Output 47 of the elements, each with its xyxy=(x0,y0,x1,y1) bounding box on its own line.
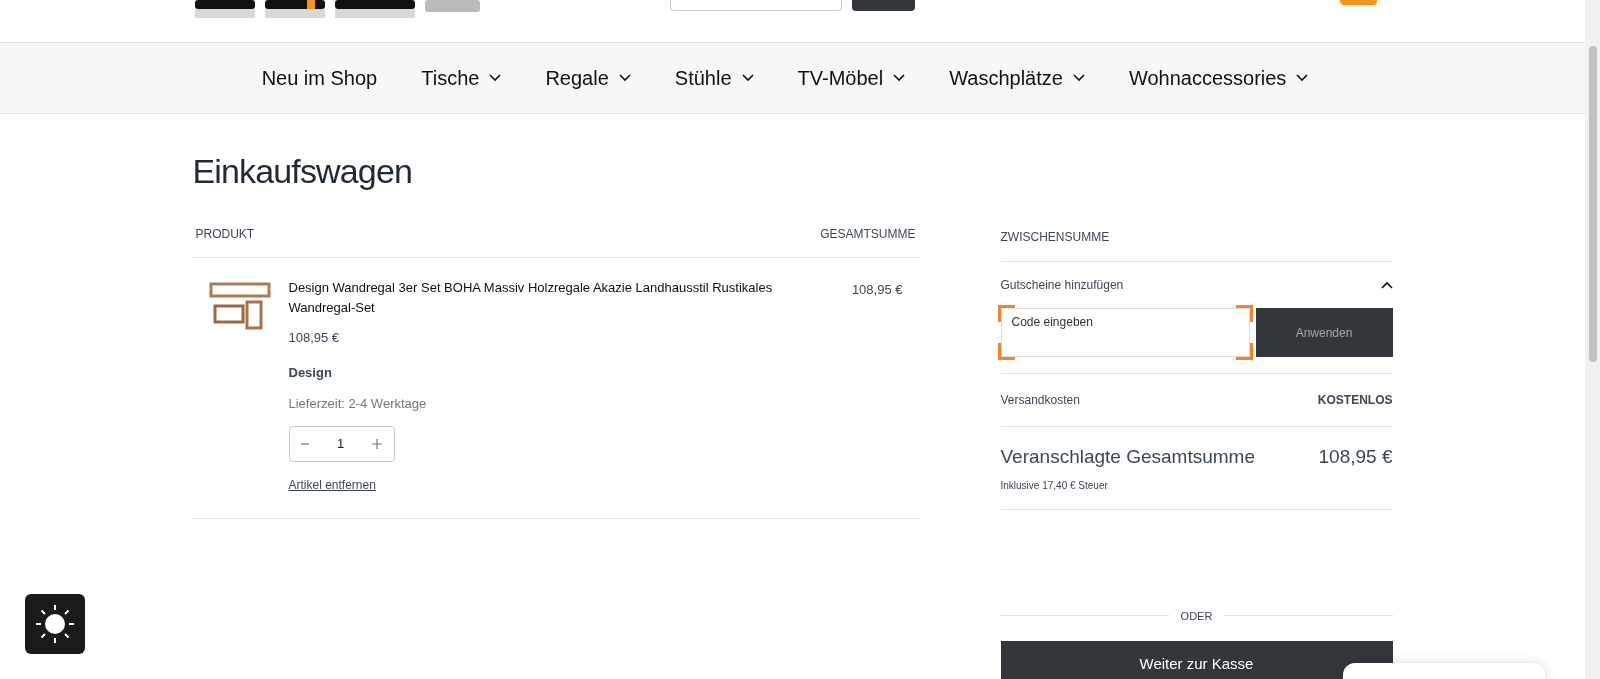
summary-heading: ZWISCHENSUMME xyxy=(1000,230,1110,244)
column-header: PRODUKT xyxy=(195,226,255,243)
product-thumbnail xyxy=(208,282,273,332)
apply-coupon-button[interactable]: Anwenden xyxy=(1255,308,1393,357)
chevron-down-icon xyxy=(741,74,754,82)
product-name[interactable]: Design Wandregal 3er Set BOHA Massiv Holzregale Akazie Landhausstil Rustikales Wandregal-Set xyxy=(288,278,789,318)
column-header: GESAMTSUMME xyxy=(820,226,916,243)
nav-link[interactable]: Tische xyxy=(421,63,502,93)
search-field[interactable] xyxy=(670,0,842,11)
nav-link[interactable]: Neu im Shop xyxy=(261,63,378,93)
sun-icon xyxy=(35,604,75,644)
coupon-code-field[interactable]: Code eingeben xyxy=(1000,308,1250,357)
chevron-down-icon xyxy=(1296,74,1309,82)
remove-item-link[interactable]: Artikel entfernen xyxy=(288,475,376,494)
checkout-button[interactable]: Weiter zur Kasse xyxy=(1000,641,1393,679)
chevron-down-icon xyxy=(893,74,906,82)
search-button[interactable] xyxy=(852,0,915,11)
item-total: 108,95 € xyxy=(851,281,904,299)
tax-note: Inklusive 17,40 € Steuer xyxy=(1000,478,1109,493)
product-price: 108,95 € xyxy=(288,329,340,347)
focus-corner xyxy=(997,343,1015,360)
cart-button[interactable] xyxy=(1340,0,1377,5)
chevron-down-icon xyxy=(618,74,631,82)
theme-toggle-button[interactable] xyxy=(25,594,85,654)
chevron-down-icon xyxy=(489,74,502,82)
plus-icon[interactable] xyxy=(371,437,384,450)
shipping-label: Versandkosten xyxy=(1000,392,1080,409)
divider-label: ODER xyxy=(1180,608,1213,624)
focus-corner xyxy=(1235,343,1253,360)
scrollbar[interactable] xyxy=(1585,0,1600,679)
shipping-value: KOSTENLOS xyxy=(1317,392,1393,409)
nav-link[interactable]: TV-Möbel xyxy=(797,63,906,93)
product-variant: Design xyxy=(288,363,332,382)
chevron-down-icon xyxy=(1072,74,1085,82)
focus-corner xyxy=(1235,305,1253,322)
delivery-time: Lieferzeit: 2-4 Werktage xyxy=(288,395,427,413)
quantity-stepper[interactable]: 1 xyxy=(288,425,395,462)
total-label: Veranschlagte Gesamtsumme xyxy=(1000,445,1255,469)
nav-link[interactable]: Stühle xyxy=(674,63,754,93)
nav-link[interactable]: Wohnaccessories xyxy=(1128,63,1309,93)
page-title: Einkaufswagen xyxy=(192,151,414,192)
chevron-up-icon xyxy=(1380,281,1393,289)
quantity-value[interactable]: 1 xyxy=(336,433,345,454)
coupon-toggle[interactable]: Gutscheine hinzufügen xyxy=(1000,262,1393,308)
total-value: 108,95 € xyxy=(1318,445,1393,469)
nav-link[interactable]: Regale xyxy=(545,63,631,93)
nav-link[interactable]: Waschplätze xyxy=(949,63,1085,93)
